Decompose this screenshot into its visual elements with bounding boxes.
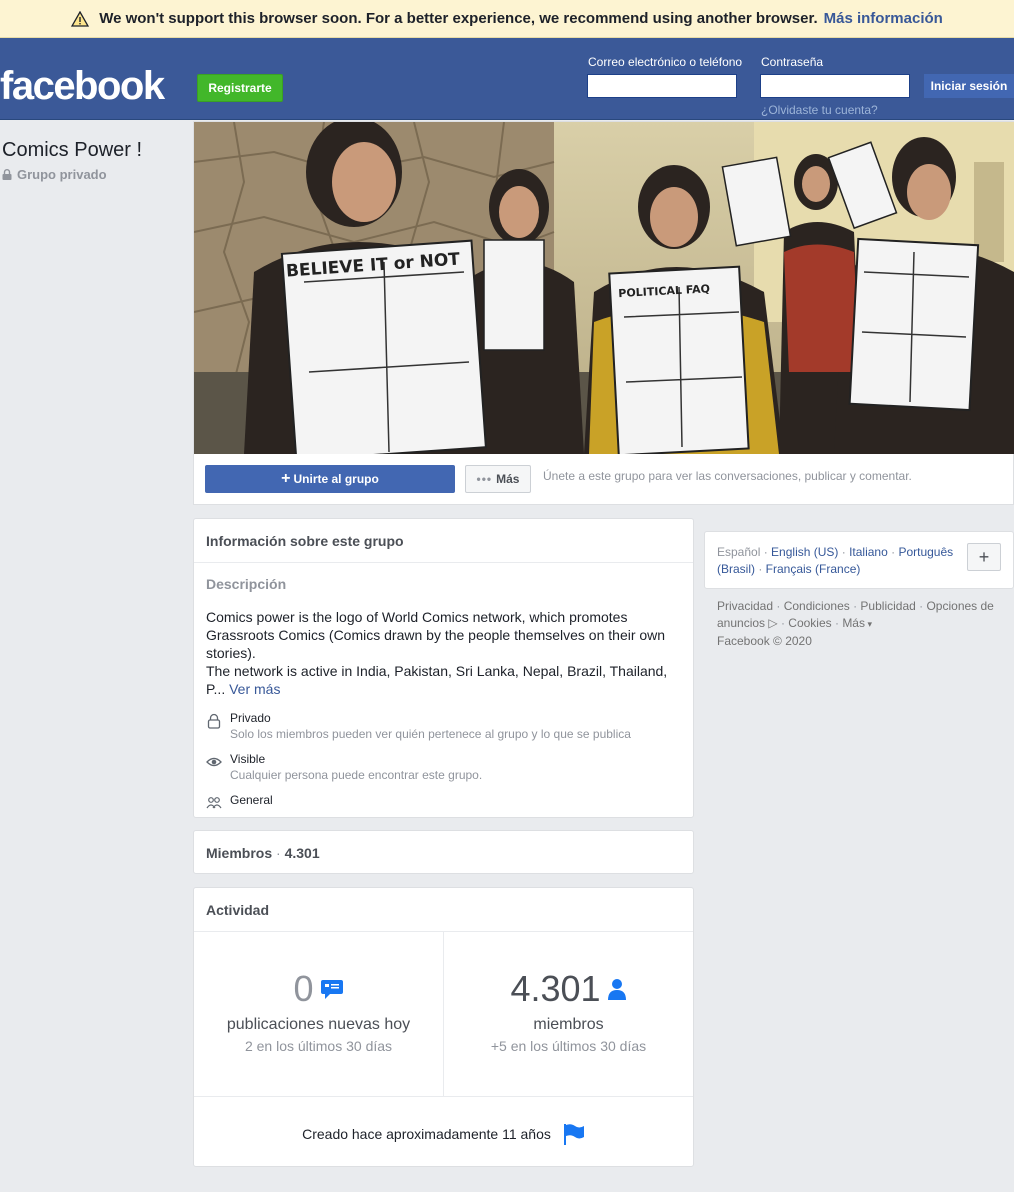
- person-icon: [607, 979, 626, 1000]
- eye-icon: [206, 757, 222, 767]
- posts-number: 0: [293, 968, 314, 1009]
- cover-photo[interactable]: BELIEVE IT or NOT POLITICAL FAQ: [194, 122, 1014, 454]
- register-button[interactable]: Registrarte: [197, 74, 283, 102]
- footer-links: Privacidad · Condiciones · Publicidad · …: [717, 598, 997, 650]
- join-group-label: Unirte al grupo: [293, 472, 379, 486]
- description-label: Descripción: [206, 576, 287, 592]
- private-title: Privado: [230, 711, 271, 725]
- posts-sub: 2 en los últimos 30 días: [244, 1038, 393, 1054]
- language-card: Español · English (US) · Italiano · Port…: [704, 531, 1014, 589]
- language-italian[interactable]: Italiano: [849, 545, 888, 559]
- more-label: Más: [496, 472, 520, 486]
- language-list: Español · English (US) · Italiano · Port…: [717, 545, 954, 576]
- footer-terms[interactable]: Condiciones: [784, 599, 850, 613]
- group-people-icon: [206, 797, 222, 809]
- description-line-1: Comics power is the logo of World Comics…: [206, 609, 666, 661]
- plus-icon: +: [281, 470, 291, 487]
- group-name[interactable]: Comics Power !: [2, 139, 142, 162]
- more-button[interactable]: ••• Más: [465, 465, 531, 493]
- group-privacy-label: Grupo privado: [17, 167, 107, 182]
- members-count: 4.301: [284, 845, 320, 861]
- divider: [194, 562, 693, 563]
- facebook-logo[interactable]: facebook: [0, 64, 165, 109]
- chat-bubble-icon: [320, 980, 343, 999]
- footer-advertising[interactable]: Publicidad: [860, 599, 915, 613]
- members-card[interactable]: Miembros · 4.301: [193, 830, 694, 874]
- ad-choices-icon: ▷: [765, 616, 778, 630]
- posts-number-row: 0: [293, 968, 343, 1010]
- banner-message: We won't support this browser soon. For …: [99, 10, 818, 27]
- members-sub: +5 en los últimos 30 días: [490, 1038, 647, 1054]
- private-subtitle: Solo los miembros pueden ver quién perte…: [230, 727, 631, 741]
- email-label: Correo electrónico o teléfono: [588, 55, 743, 69]
- privacy-info-row: Privado Solo los miembros pueden ver qui…: [206, 711, 631, 741]
- join-group-button[interactable]: + Unirte al grupo: [205, 465, 455, 493]
- visible-subtitle: Cualquier persona puede encontrar este g…: [230, 768, 483, 782]
- add-language-button[interactable]: +: [967, 543, 1001, 571]
- group-cover-card: BELIEVE IT or NOT POLITICAL FAQ + Unirte…: [193, 121, 1014, 505]
- members-heading: Miembros · 4.301: [206, 845, 320, 861]
- copyright: Facebook © 2020: [717, 634, 812, 648]
- divider: [194, 1096, 693, 1097]
- activity-title: Actividad: [206, 902, 270, 918]
- footer-more[interactable]: Más: [842, 616, 865, 630]
- members-label: miembros: [533, 1016, 604, 1033]
- members-number: 4.301: [510, 968, 601, 1009]
- caret-down-icon: ▾: [864, 619, 873, 629]
- login-button[interactable]: Iniciar sesión: [924, 74, 1014, 98]
- general-label: General: [230, 793, 273, 807]
- lock-icon: [2, 169, 12, 180]
- visibility-info-row: Visible Cualquier persona puede encontra…: [206, 752, 482, 782]
- created-row: Creado hace aproximadamente 11 años: [194, 1122, 693, 1146]
- about-group-card: Información sobre este grupo Descripción…: [193, 518, 694, 818]
- cover-photo-illustration: BELIEVE IT or NOT POLITICAL FAQ: [194, 122, 1014, 454]
- see-more-link[interactable]: Ver más: [229, 681, 280, 697]
- description-text: Comics power is the logo of World Comics…: [206, 608, 681, 698]
- created-text: Creado hace aproximadamente 11 años: [302, 1126, 551, 1142]
- password-label: Contraseña: [761, 55, 824, 69]
- language-current: Español: [717, 545, 761, 559]
- more-dots-icon: •••: [476, 472, 493, 486]
- more-info-link[interactable]: Más información: [824, 10, 943, 27]
- password-input[interactable]: [760, 74, 910, 98]
- language-french[interactable]: Français (France): [766, 562, 861, 576]
- about-title: Información sobre este grupo: [206, 533, 404, 549]
- join-hint: Únete a este grupo para ver las conversa…: [543, 469, 912, 483]
- forgot-account-link[interactable]: ¿Olvidaste tu cuenta?: [761, 103, 878, 117]
- lock-outline-icon: [207, 713, 221, 729]
- warning-icon: [71, 10, 90, 27]
- posts-stat: 0 publicaciones nuevas hoy 2 en los últi…: [194, 968, 443, 1054]
- flag-icon: [563, 1124, 584, 1145]
- email-input[interactable]: [587, 74, 737, 98]
- posts-label: publicaciones nuevas hoy: [226, 1016, 411, 1033]
- members-stat: 4.301 miembros +5 en los últimos 30 días: [444, 968, 693, 1054]
- group-privacy: Grupo privado: [2, 167, 107, 182]
- members-title: Miembros: [206, 845, 273, 861]
- footer-cookies[interactable]: Cookies: [788, 616, 831, 630]
- visible-title: Visible: [230, 752, 266, 766]
- activity-card: Actividad 0 publicaciones nuevas hoy 2 e…: [193, 887, 694, 1167]
- general-info-row: General: [206, 793, 273, 811]
- members-number-row: 4.301: [510, 968, 626, 1010]
- footer-privacy[interactable]: Privacidad: [717, 599, 773, 613]
- language-english[interactable]: English (US): [771, 545, 838, 559]
- browser-warning-banner: We won't support this browser soon. For …: [0, 0, 1014, 38]
